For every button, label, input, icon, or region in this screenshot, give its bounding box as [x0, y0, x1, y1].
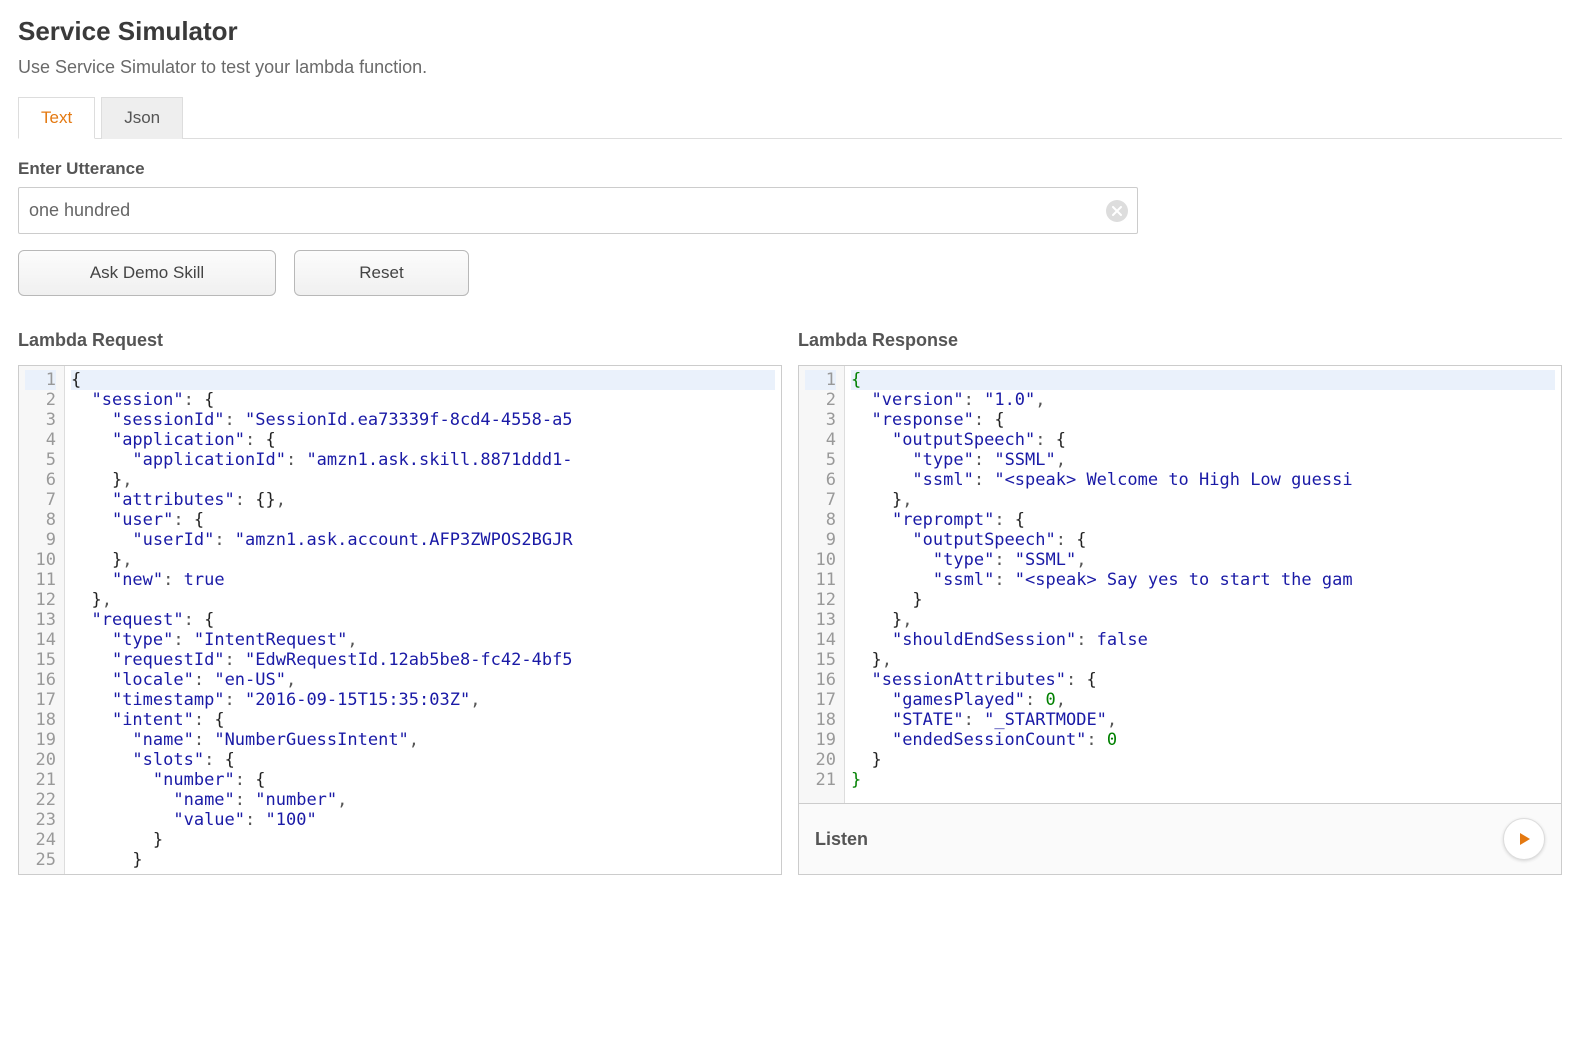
play-button[interactable] — [1503, 818, 1545, 860]
page-subtitle: Use Service Simulator to test your lambd… — [18, 57, 1562, 78]
code-line: "type": "SSML", — [851, 550, 1555, 570]
code-line: "type": "IntentRequest", — [71, 630, 775, 650]
code-line: "gamesPlayed": 0, — [851, 690, 1555, 710]
ask-skill-button[interactable]: Ask Demo Skill — [18, 250, 276, 296]
code-line: }, — [71, 590, 775, 610]
code-line: "ssml": "<speak> Say yes to start the ga… — [851, 570, 1555, 590]
code-line: "outputSpeech": { — [851, 430, 1555, 450]
code-line: "value": "100" — [71, 810, 775, 830]
code-line: "new": true — [71, 570, 775, 590]
listen-bar: Listen — [798, 803, 1562, 875]
code-line: "application": { — [71, 430, 775, 450]
code-line: "sessionId": "SessionId.ea73339f-8cd4-45… — [71, 410, 775, 430]
request-title: Lambda Request — [18, 330, 782, 351]
code-line: "intent": { — [71, 710, 775, 730]
code-line: "sessionAttributes": { — [851, 670, 1555, 690]
code-line: "request": { — [71, 610, 775, 630]
code-line: "outputSpeech": { — [851, 530, 1555, 550]
code-line: "response": { — [851, 410, 1555, 430]
code-line: } — [851, 750, 1555, 770]
code-line: }, — [851, 650, 1555, 670]
code-line: "endedSessionCount": 0 — [851, 730, 1555, 750]
reset-button[interactable]: Reset — [294, 250, 469, 296]
code-line: { — [851, 370, 1555, 390]
tab-bar: TextJson — [18, 96, 1562, 139]
code-line: "shouldEndSession": false — [851, 630, 1555, 650]
code-line: }, — [71, 550, 775, 570]
code-line: "reprompt": { — [851, 510, 1555, 530]
response-editor[interactable]: 123456789101112131415161718192021 { "ver… — [798, 365, 1562, 804]
code-line: } — [71, 830, 775, 850]
code-line: "STATE": "_STARTMODE", — [851, 710, 1555, 730]
tab-json[interactable]: Json — [101, 97, 183, 139]
listen-label: Listen — [815, 829, 868, 850]
code-line: "name": "number", — [71, 790, 775, 810]
code-line: "session": { — [71, 390, 775, 410]
code-line: }, — [851, 490, 1555, 510]
code-line: "userId": "amzn1.ask.account.AFP3ZWPOS2B… — [71, 530, 775, 550]
code-line: }, — [851, 610, 1555, 630]
code-line: "locale": "en-US", — [71, 670, 775, 690]
code-line: } — [851, 770, 1555, 790]
code-line: }, — [71, 470, 775, 490]
utterance-label: Enter Utterance — [18, 159, 1562, 179]
code-line: "type": "SSML", — [851, 450, 1555, 470]
utterance-input[interactable] — [18, 187, 1138, 234]
code-line: "requestId": "EdwRequestId.12ab5be8-fc42… — [71, 650, 775, 670]
code-line: "attributes": {}, — [71, 490, 775, 510]
page-title: Service Simulator — [18, 16, 1562, 47]
code-line: "number": { — [71, 770, 775, 790]
code-line: } — [71, 850, 775, 870]
play-icon — [1516, 831, 1532, 847]
code-line: "user": { — [71, 510, 775, 530]
code-line: "version": "1.0", — [851, 390, 1555, 410]
code-line: } — [851, 590, 1555, 610]
code-line: "timestamp": "2016-09-15T15:35:03Z", — [71, 690, 775, 710]
code-line: "ssml": "<speak> Welcome to High Low gue… — [851, 470, 1555, 490]
clear-icon[interactable] — [1106, 200, 1128, 222]
request-editor[interactable]: 1234567891011121314151617181920212223242… — [18, 365, 782, 875]
code-line: "applicationId": "amzn1.ask.skill.8871dd… — [71, 450, 775, 470]
code-line: "slots": { — [71, 750, 775, 770]
tab-text[interactable]: Text — [18, 97, 95, 139]
code-line: "name": "NumberGuessIntent", — [71, 730, 775, 750]
code-line: { — [71, 370, 775, 390]
response-title: Lambda Response — [798, 330, 1562, 351]
